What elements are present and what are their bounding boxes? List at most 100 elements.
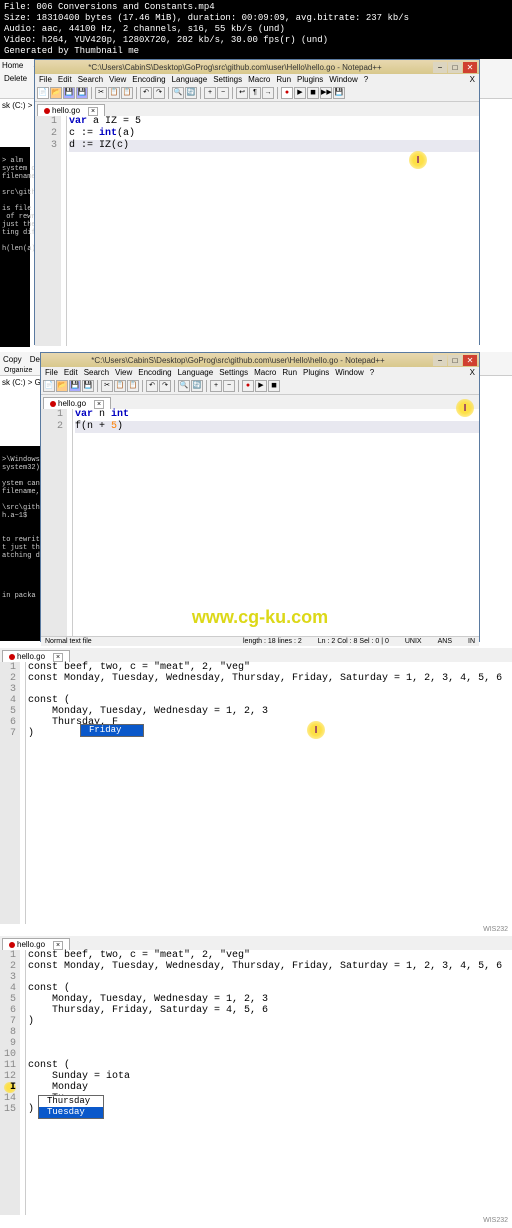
menu-window[interactable]: Window [329,75,357,84]
cut-icon[interactable]: ✂ [101,380,113,392]
editor-tabbar: hello.go× [41,395,479,409]
menubar-x[interactable]: X [470,368,475,377]
titlebar[interactable]: *C:\Users\CabinS\Desktop\GoProg\src\gith… [35,60,479,74]
save-icon[interactable]: 💾 [63,87,75,99]
menu-encoding[interactable]: Encoding [132,75,165,84]
titlebar[interactable]: *C:\Users\CabinS\Desktop\GoProg\src\gith… [41,353,479,367]
editor-tab[interactable]: hello.go× [2,938,70,950]
explorer-delete[interactable]: Delete [4,74,27,83]
minimize-button[interactable]: − [433,355,447,366]
menu-edit[interactable]: Edit [58,75,72,84]
menu-search[interactable]: Search [78,75,103,84]
zoom-in-icon[interactable]: + [204,87,216,99]
menu-settings[interactable]: Settings [213,75,242,84]
replace-icon[interactable]: 🔄 [185,87,197,99]
ac-item[interactable]: Thursday [39,1096,103,1107]
cut-icon[interactable]: ✂ [95,87,107,99]
editor-tab[interactable]: hello.go× [2,650,70,662]
menu-settings[interactable]: Settings [219,368,248,377]
redo-icon[interactable]: ↷ [153,87,165,99]
close-button[interactable]: ✕ [463,355,477,366]
save-macro-icon[interactable]: 💾 [333,87,345,99]
ac-item-selected[interactable]: Friday [81,725,143,736]
stop-icon[interactable]: ◼ [307,87,319,99]
menu-edit[interactable]: Edit [64,368,78,377]
menu-plugins[interactable]: Plugins [297,75,323,84]
status-enc: UNIX [405,638,422,645]
indent-icon[interactable]: → [262,87,274,99]
open-file-icon[interactable]: 📂 [56,380,68,392]
save-all-icon[interactable]: 💾 [82,380,94,392]
window-title: *C:\Users\CabinS\Desktop\GoProg\src\gith… [43,356,433,365]
code-editor[interactable]: 12 var n int f(n + 5) [41,409,479,636]
tab-close-icon[interactable]: × [53,653,63,662]
new-file-icon[interactable]: 📄 [43,380,55,392]
autocomplete-popup[interactable]: Friday [80,724,144,737]
zoom-out-icon[interactable]: − [217,87,229,99]
menu-language[interactable]: Language [178,368,214,377]
open-file-icon[interactable]: 📂 [50,87,62,99]
menu-view[interactable]: View [109,75,126,84]
minimize-button[interactable]: − [433,62,447,73]
editor-tab[interactable]: hello.go× [37,104,105,116]
redo-icon[interactable]: ↷ [159,380,171,392]
menu-file[interactable]: File [45,368,58,377]
status-length: length : 18 lines : 2 [243,638,302,645]
find-icon[interactable]: 🔍 [172,87,184,99]
close-button[interactable]: ✕ [463,62,477,73]
menu-encoding[interactable]: Encoding [138,368,171,377]
copy-icon[interactable]: 📋 [114,380,126,392]
menubar-x[interactable]: X [470,75,475,84]
menu-help[interactable]: ? [370,368,374,377]
menu-run[interactable]: Run [282,368,297,377]
cursor-highlight-icon: I [409,151,427,169]
menu-plugins[interactable]: Plugins [303,368,329,377]
zoom-in-icon[interactable]: + [210,380,222,392]
replace-icon[interactable]: 🔄 [191,380,203,392]
show-chars-icon[interactable]: ¶ [249,87,261,99]
find-icon[interactable]: 🔍 [178,380,190,392]
code-editor[interactable]: 123 var a IZ = 5 c := int(a) d := IZ(c) [35,116,479,346]
zoom-out-icon[interactable]: − [223,380,235,392]
statusbar: Normal text file length : 18 lines : 2 L… [41,636,479,646]
record-icon[interactable]: ● [281,87,293,99]
save-icon[interactable]: 💾 [69,380,81,392]
autocomplete-popup[interactable]: Thursday Tuesday [38,1095,104,1119]
ac-item-selected[interactable]: Tuesday [39,1107,103,1118]
code-editor-3[interactable]: 1234567 const beef, two, c = "meat", 2, … [0,662,512,924]
menu-file[interactable]: File [39,75,52,84]
stop-icon[interactable]: ◼ [268,380,280,392]
toolbar: 📄 📂 💾 💾 ✂ 📋 📋 ↶ ↷ 🔍 🔄 + − ↩ ¶ → ● ▶ ◼ [35,85,479,102]
explorer-copy[interactable]: Copy [3,355,22,364]
menu-window[interactable]: Window [335,368,363,377]
copy-icon[interactable]: 📋 [108,87,120,99]
wordwrap-icon[interactable]: ↩ [236,87,248,99]
menu-macro[interactable]: Macro [254,368,276,377]
menu-view[interactable]: View [115,368,132,377]
menu-macro[interactable]: Macro [248,75,270,84]
menubar: File Edit Search View Encoding Language … [41,367,479,378]
undo-icon[interactable]: ↶ [146,380,158,392]
code-editor-4[interactable]: 123456789101112I1415 const beef, two, c … [0,950,512,1215]
menu-help[interactable]: ? [364,75,368,84]
menu-run[interactable]: Run [276,75,291,84]
paste-icon[interactable]: 📋 [127,380,139,392]
editor-tab[interactable]: hello.go× [43,397,111,409]
editor-tabbar-3: hello.go× [0,648,512,662]
undo-icon[interactable]: ↶ [140,87,152,99]
tab-close-icon[interactable]: × [94,400,104,409]
maximize-button[interactable]: □ [448,62,462,73]
playback-icon[interactable]: ▶▶ [320,87,332,99]
tab-close-icon[interactable]: × [53,941,63,950]
ribbon-home[interactable]: Home [2,61,23,70]
paste-icon[interactable]: 📋 [121,87,133,99]
new-file-icon[interactable]: 📄 [37,87,49,99]
menu-language[interactable]: Language [172,75,208,84]
tab-close-icon[interactable]: × [88,107,98,116]
play-icon[interactable]: ▶ [294,87,306,99]
record-icon[interactable]: ● [242,380,254,392]
menu-search[interactable]: Search [84,368,109,377]
play-icon[interactable]: ▶ [255,380,267,392]
save-all-icon[interactable]: 💾 [76,87,88,99]
maximize-button[interactable]: □ [448,355,462,366]
